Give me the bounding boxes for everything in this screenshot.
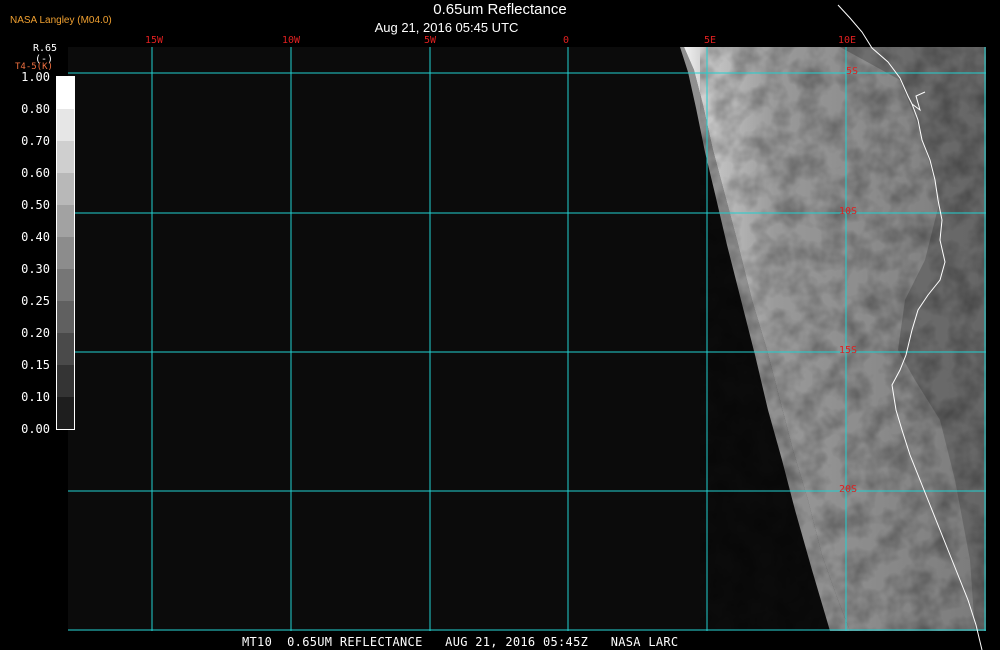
footer-caption: MT10 0.65UM REFLECTANCE AUG 21, 2016 05:… (242, 635, 679, 649)
legend-tick: 0.60 (21, 166, 50, 180)
legend-tick: 0.80 (21, 102, 50, 116)
latitude-label: 5S (846, 66, 859, 77)
longitude-label: 15W (145, 35, 164, 46)
longitude-label: 10W (282, 35, 301, 46)
legend-tick: 0.20 (21, 326, 50, 340)
legend-tick: 0.30 (21, 262, 50, 276)
legend-tick: 1.00 (21, 70, 50, 84)
longitude-label: 5W (424, 35, 437, 46)
latitude-label: 15S (839, 345, 858, 356)
timestamp-subtitle: Aug 21, 2016 05:45 UTC (374, 20, 519, 35)
legend-tick: 0.50 (21, 198, 50, 212)
satellite-map (56, 4, 986, 650)
longitude-label: 10E (838, 35, 857, 46)
legend-colorbar (56, 76, 75, 430)
latitude-label: 20S (839, 484, 858, 495)
satellite-image-view: NASA Langley (M04.0) 0.65um Reflectance … (0, 0, 1000, 650)
page-title: 0.65um Reflectance (433, 1, 567, 18)
legend-tick: 0.15 (21, 358, 50, 372)
legend-tick: 0.40 (21, 230, 50, 244)
cloud-texture (700, 47, 986, 631)
longitude-label: 0 (563, 35, 570, 46)
legend-tick: 0.10 (21, 390, 50, 404)
legend-tick: 0.25 (21, 294, 50, 308)
legend-tick: 0.00 (21, 422, 50, 436)
legend-tick: 0.70 (21, 134, 50, 148)
latitude-label: 10S (839, 206, 858, 217)
legend-title-line1: R.65 (33, 43, 58, 54)
longitude-label: 5E (704, 35, 717, 46)
